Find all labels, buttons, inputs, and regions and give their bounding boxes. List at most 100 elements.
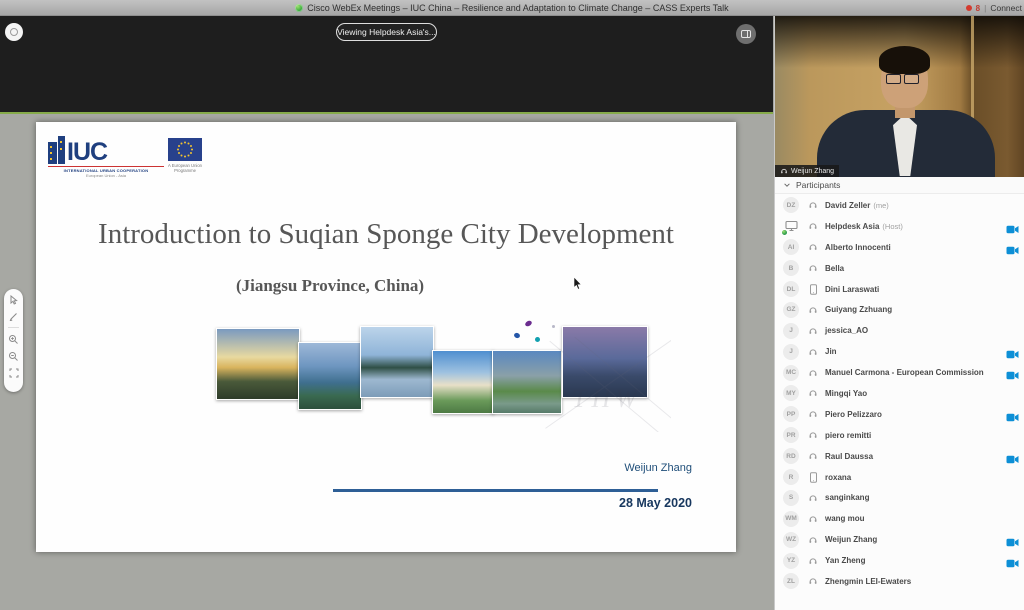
participant-name: Yan Zheng: [825, 556, 865, 565]
aerial-island-photo: [298, 342, 362, 410]
menubar-status-items[interactable]: 8 | Connect: [966, 0, 1022, 16]
headset-icon: [807, 556, 819, 566]
lake-tower-photo: [360, 326, 434, 398]
sunset-wetland-photo: [216, 328, 300, 400]
participant-row[interactable]: MY Mingqi Yao: [775, 383, 1024, 404]
participant-list: DZDavid Zeller(me)Helpdesk Asia(Host)AIA…: [775, 195, 1024, 610]
participant-row[interactable]: YZ Yan Zheng: [775, 550, 1024, 571]
participant-row[interactable]: JJin: [775, 341, 1024, 362]
participant-name: wang mou: [825, 514, 865, 523]
connect-menu-item[interactable]: Connect: [990, 3, 1022, 13]
headset-icon: [807, 326, 819, 336]
headset-icon: [807, 514, 819, 524]
eu-flag-caption: A European Union Programme: [163, 163, 207, 174]
chevron-down-icon: [783, 181, 791, 189]
menubar-red-icon[interactable]: 8: [976, 4, 980, 13]
pan-pointer-icon[interactable]: [9, 295, 19, 305]
headset-icon: [807, 388, 819, 398]
participant-row[interactable]: DLDini Laraswati: [775, 279, 1024, 300]
iuc-logo-line2: European Union - Asia: [48, 173, 164, 178]
participant-role-suffix: (me): [873, 201, 888, 210]
participant-avatar: R: [783, 469, 799, 485]
participant-avatar: PR: [783, 427, 799, 443]
viewing-status-pill[interactable]: Viewing Helpdesk Asia's...: [336, 23, 437, 41]
watermark-text: THW: [572, 384, 642, 414]
headset-icon: [807, 263, 819, 273]
participant-name: Raul Daussa: [825, 452, 873, 461]
participant-name: roxana: [825, 473, 851, 482]
participant-row[interactable]: MCManuel Carmona - European Commission: [775, 362, 1024, 383]
recording-dot-icon[interactable]: [966, 5, 972, 11]
participant-name: Guiyang Zzhuang: [825, 305, 892, 314]
participant-avatar: YZ: [783, 553, 799, 569]
phone-icon: [807, 284, 819, 295]
participant-row[interactable]: WMwang mou: [775, 508, 1024, 529]
participant-name: Jin: [825, 347, 837, 356]
participant-avatar: S: [783, 490, 799, 506]
participant-row[interactable]: Jjessica_AO: [775, 320, 1024, 341]
slide-title: Introduction to Suqian Sponge City Devel…: [36, 218, 736, 251]
participant-row[interactable]: PPPiero Pelizzaro: [775, 404, 1024, 425]
participant-name: sanginkang: [825, 493, 869, 502]
participant-row[interactable]: Rroxana: [775, 467, 1024, 488]
city-waterfront-photo: [432, 350, 494, 414]
participant-avatar: DL: [783, 281, 799, 297]
speaker-hair: [879, 46, 930, 74]
participant-row[interactable]: GZGuiyang Zzhuang: [775, 299, 1024, 320]
participant-name: Manuel Carmona - European Commission: [825, 368, 984, 377]
meeting-info-button[interactable]: [5, 23, 23, 41]
zoom-in-icon[interactable]: [8, 334, 19, 345]
participant-name: Helpdesk Asia: [825, 222, 879, 231]
participants-header-label: Participants: [796, 180, 840, 190]
panel-layout-button[interactable]: [736, 24, 756, 44]
iuc-buildings-icon: [48, 136, 65, 164]
headset-icon: [807, 535, 819, 545]
headset-icon: [807, 347, 819, 357]
participant-row[interactable]: DZDavid Zeller(me): [775, 195, 1024, 216]
sharing-border-line: [0, 112, 773, 114]
participant-name: Alberto Innocenti: [825, 243, 891, 252]
slide-divider-line: [333, 489, 658, 492]
headset-icon: [807, 305, 819, 315]
window-title: Cisco WebEx Meetings – IUC China – Resil…: [295, 3, 728, 13]
participant-row[interactable]: RD Raul Daussa: [775, 446, 1024, 467]
participant-avatar: MY: [783, 385, 799, 401]
participants-header[interactable]: Participants: [775, 177, 1024, 194]
participant-row[interactable]: AI Alberto Innocenti: [775, 237, 1024, 258]
toolbar-divider: [8, 327, 19, 328]
participant-row[interactable]: ZL Zhengmin LEI-Ewaters: [775, 571, 1024, 592]
participant-avatar: J: [783, 323, 799, 339]
participant-row[interactable]: Helpdesk Asia(Host): [775, 216, 1024, 237]
webex-window: Cisco WebEx Meetings – IUC China – Resil…: [0, 0, 1024, 610]
speaker-glasses: [886, 74, 919, 84]
annotate-pen-icon[interactable]: [9, 311, 19, 321]
participant-name: jessica_AO: [825, 326, 868, 335]
participant-row[interactable]: WZWeijun Zhang: [775, 529, 1024, 550]
participant-avatar: RD: [783, 448, 799, 464]
participant-avatar: ZL: [783, 573, 799, 589]
fit-view-icon[interactable]: [9, 368, 19, 378]
participant-avatar: PP: [783, 406, 799, 422]
participant-name: Zhengmin LEI-Ewaters: [825, 577, 911, 586]
headset-icon: [807, 430, 819, 440]
window-title-bar: Cisco WebEx Meetings – IUC China – Resil…: [0, 0, 1024, 16]
slide-date: 28 May 2020: [619, 496, 692, 510]
headset-icon: [807, 200, 819, 210]
speaker-video[interactable]: Weijun Zhang: [775, 16, 1024, 177]
slide-author: Weijun Zhang: [624, 462, 692, 474]
participant-name: Weijun Zhang: [825, 535, 877, 544]
participant-row[interactable]: PRpiero remitti: [775, 425, 1024, 446]
video-speaker-name: Weijun Zhang: [791, 168, 834, 175]
headset-icon: [807, 576, 819, 586]
zoom-out-icon[interactable]: [8, 351, 19, 362]
participant-name: Mingqi Yao: [825, 389, 867, 398]
participant-row[interactable]: BBella: [775, 258, 1024, 279]
participant-name: David Zeller: [825, 201, 870, 210]
annotation-toolbar: [4, 289, 23, 392]
webex-info-icon: [10, 28, 18, 36]
participant-row[interactable]: Ssanginkang: [775, 487, 1024, 508]
participant-name: Bella: [825, 264, 844, 273]
participant-avatar: AI: [783, 239, 799, 255]
meeting-top-bar: Viewing Helpdesk Asia's...: [0, 16, 773, 112]
headset-icon: [807, 242, 819, 252]
